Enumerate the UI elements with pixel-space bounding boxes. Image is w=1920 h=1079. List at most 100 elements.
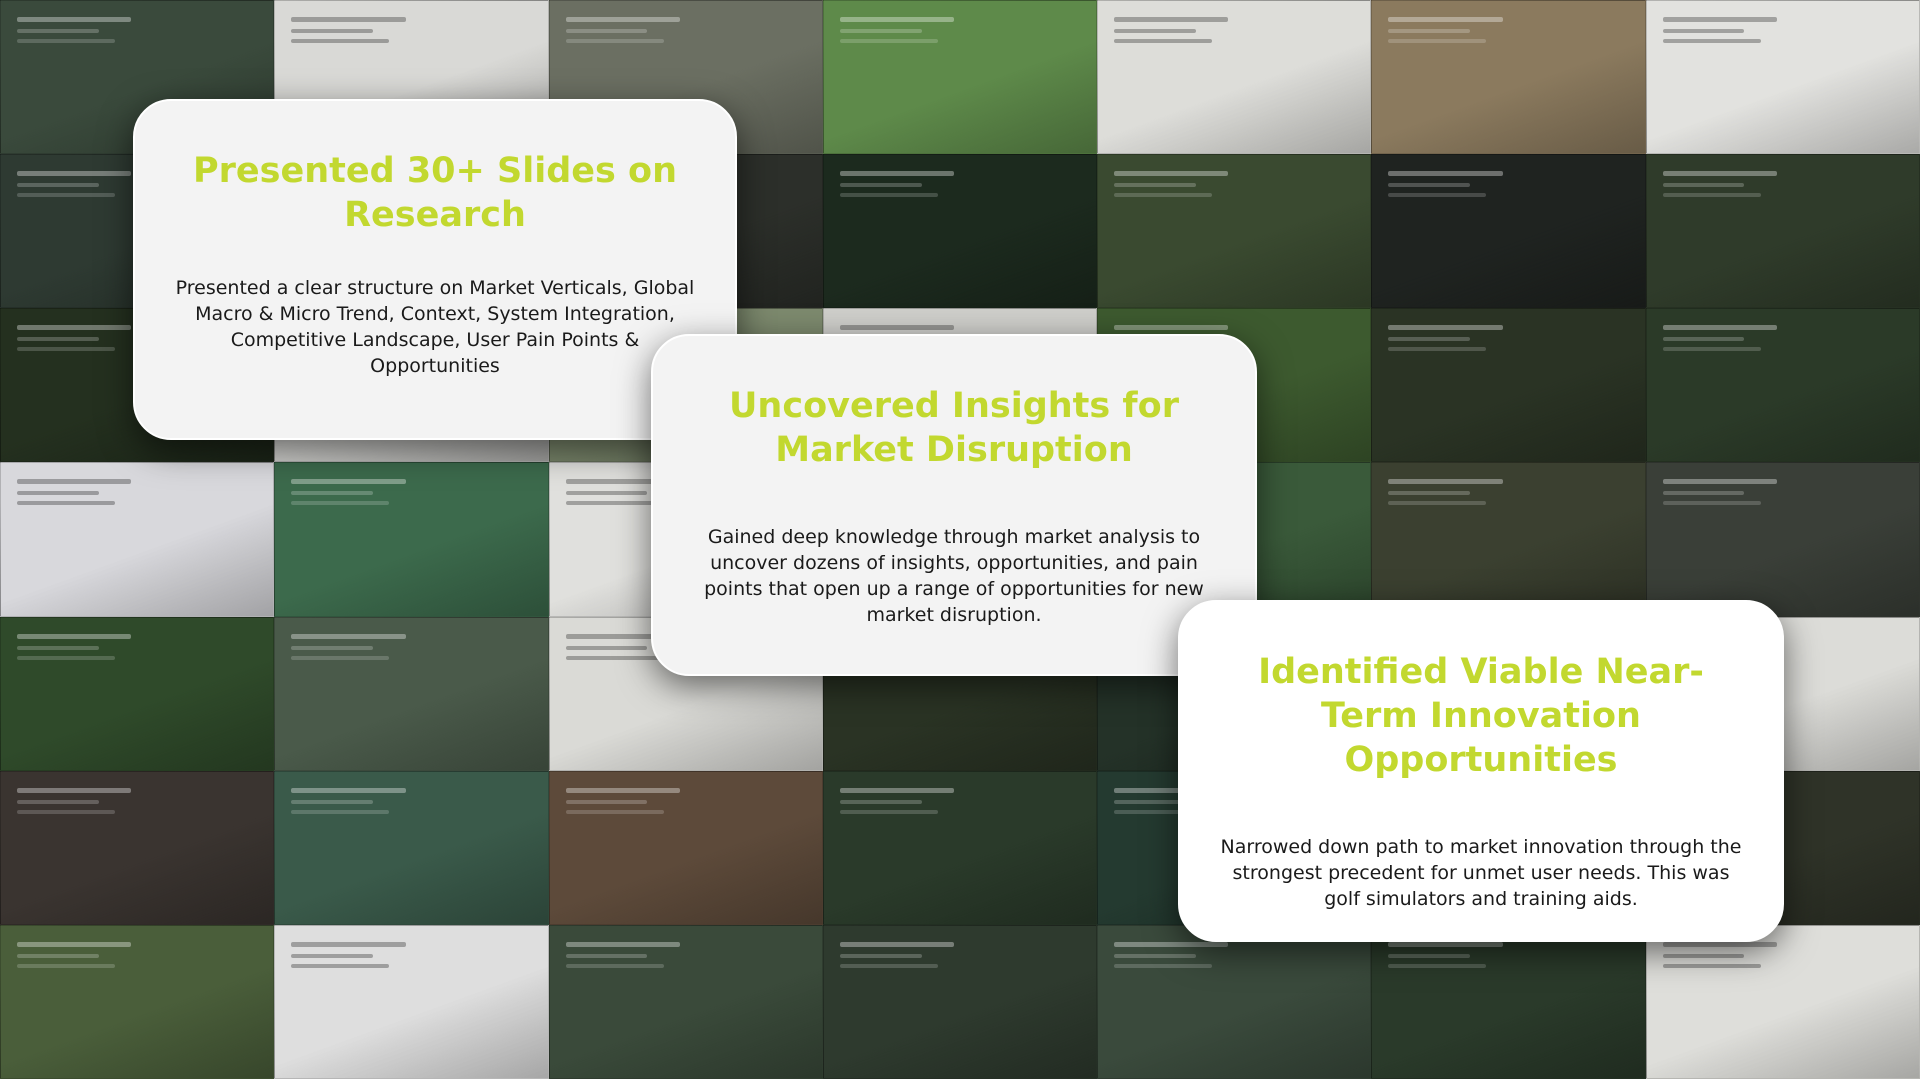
thumbnail-text-line — [291, 963, 390, 968]
thumbnail-text-line — [1114, 171, 1229, 177]
thumbnail-text-line — [1662, 941, 1778, 947]
thumbnail-text-line — [17, 171, 132, 177]
slide-thumbnail — [822, 924, 1098, 1079]
thumbnail-text-line — [17, 799, 99, 804]
thumbnail-text-line — [1662, 963, 1761, 968]
thumbnail-text-line — [291, 953, 373, 958]
slide-thumbnail — [274, 770, 549, 925]
thumbnail-text-line — [1114, 29, 1196, 33]
thumbnail-text-line — [839, 941, 955, 947]
card-title: Presented 30+ Slides on Research — [192, 151, 678, 235]
card-title: Uncovered Insights for Market Disruption — [729, 386, 1179, 470]
thumbnail-text-line — [17, 787, 132, 793]
thumbnail-text-line — [17, 941, 132, 947]
thumbnail-text-line — [1662, 325, 1778, 331]
thumbnail-text-line — [1114, 325, 1229, 331]
thumbnail-text-line — [291, 29, 373, 33]
thumbnail-text-line — [565, 645, 648, 650]
thumbnail-text-line — [565, 655, 664, 660]
thumbnail-text-line — [1388, 963, 1487, 968]
thumbnail-text-line — [291, 17, 406, 22]
thumbnail-text-line — [1662, 17, 1778, 22]
thumbnail-text-line — [17, 325, 132, 331]
thumbnail-text-line — [291, 787, 406, 793]
thumbnail-text-line — [839, 193, 938, 198]
thumbnail-text-line — [1388, 171, 1503, 177]
slide-thumbnail — [0, 616, 275, 771]
slide-thumbnail — [1645, 462, 1920, 617]
thumbnail-text-line — [17, 347, 116, 352]
thumbnail-text-line — [1114, 953, 1196, 958]
thumbnail-text-line — [565, 809, 664, 814]
slide-thumbnail — [1371, 154, 1646, 309]
thumbnail-text-line — [17, 29, 99, 33]
thumbnail-text-line — [839, 171, 955, 177]
thumbnail-text-line — [1388, 183, 1471, 188]
thumbnail-text-line — [1662, 953, 1745, 958]
slide-thumbnail — [274, 924, 549, 1079]
slide-thumbnail — [274, 462, 549, 617]
thumbnail-text-line — [1388, 193, 1487, 198]
thumbnail-text-line — [565, 491, 648, 496]
slide-thumbnail — [0, 924, 275, 1079]
thumbnail-text-line — [839, 17, 955, 22]
thumbnail-text-line — [565, 17, 680, 22]
thumbnail-text-line — [291, 941, 406, 947]
thumbnail-text-line — [565, 29, 648, 33]
thumbnail-text-line — [1388, 501, 1487, 506]
thumbnail-text-line — [839, 183, 922, 188]
thumbnail-text-line — [17, 809, 116, 814]
thumbnail-text-line — [1388, 479, 1503, 485]
innovation-opportunities-card: Identified Viable Near-Term Innovation O… — [1178, 600, 1784, 942]
thumbnail-text-line — [1662, 29, 1745, 33]
thumbnail-text-line — [291, 39, 390, 43]
thumbnail-text-line — [291, 633, 406, 639]
thumbnail-text-line — [565, 953, 648, 958]
thumbnail-text-line — [17, 39, 116, 43]
thumbnail-text-line — [1388, 29, 1471, 33]
thumbnail-text-line — [1662, 491, 1745, 496]
slide-thumbnail — [274, 616, 549, 771]
thumbnail-text-line — [1114, 183, 1196, 188]
thumbnail-text-line — [1114, 17, 1229, 22]
thumbnail-text-line — [291, 501, 390, 506]
thumbnail-text-line — [1388, 491, 1471, 496]
thumbnail-text-line — [291, 799, 373, 804]
thumbnail-text-line — [565, 501, 664, 506]
slide-thumbnail — [548, 924, 823, 1079]
thumbnail-text-line — [1662, 39, 1761, 43]
thumbnail-text-line — [17, 479, 132, 485]
thumbnail-text-line — [1662, 193, 1761, 198]
thumbnail-text-line — [17, 193, 116, 198]
thumbnail-text-line — [565, 39, 664, 43]
slide-thumbnail — [1097, 0, 1372, 155]
slide-thumbnail — [1097, 154, 1372, 309]
thumbnail-text-line — [1114, 193, 1213, 198]
slide-thumbnail — [822, 0, 1098, 155]
thumbnail-text-line — [565, 799, 648, 804]
thumbnail-text-line — [1388, 39, 1487, 43]
thumbnail-text-line — [1388, 337, 1471, 342]
slide-thumbnail — [1645, 0, 1920, 155]
slide-thumbnail — [1371, 462, 1646, 617]
research-slides-card: Presented 30+ Slides on Research Present… — [133, 99, 737, 440]
thumbnail-text-line — [1662, 183, 1745, 188]
slide-thumbnail — [0, 770, 275, 925]
thumbnail-text-line — [565, 941, 680, 947]
slide-thumbnail — [822, 770, 1098, 925]
thumbnail-text-line — [17, 633, 132, 639]
thumbnail-text-line — [839, 799, 922, 804]
thumbnail-text-line — [1388, 17, 1503, 22]
thumbnail-text-line — [565, 963, 664, 968]
thumbnail-text-line — [17, 17, 132, 22]
thumbnail-text-line — [839, 809, 938, 814]
thumbnail-text-line — [839, 963, 938, 968]
slide-thumbnail — [548, 770, 823, 925]
thumbnail-text-line — [17, 183, 99, 188]
thumbnail-text-line — [17, 501, 116, 506]
market-insights-card: Uncovered Insights for Market Disruption… — [651, 334, 1257, 676]
thumbnail-text-line — [565, 787, 680, 793]
thumbnail-text-line — [1388, 953, 1471, 958]
thumbnail-text-line — [1662, 501, 1761, 506]
thumbnail-text-line — [839, 787, 955, 793]
